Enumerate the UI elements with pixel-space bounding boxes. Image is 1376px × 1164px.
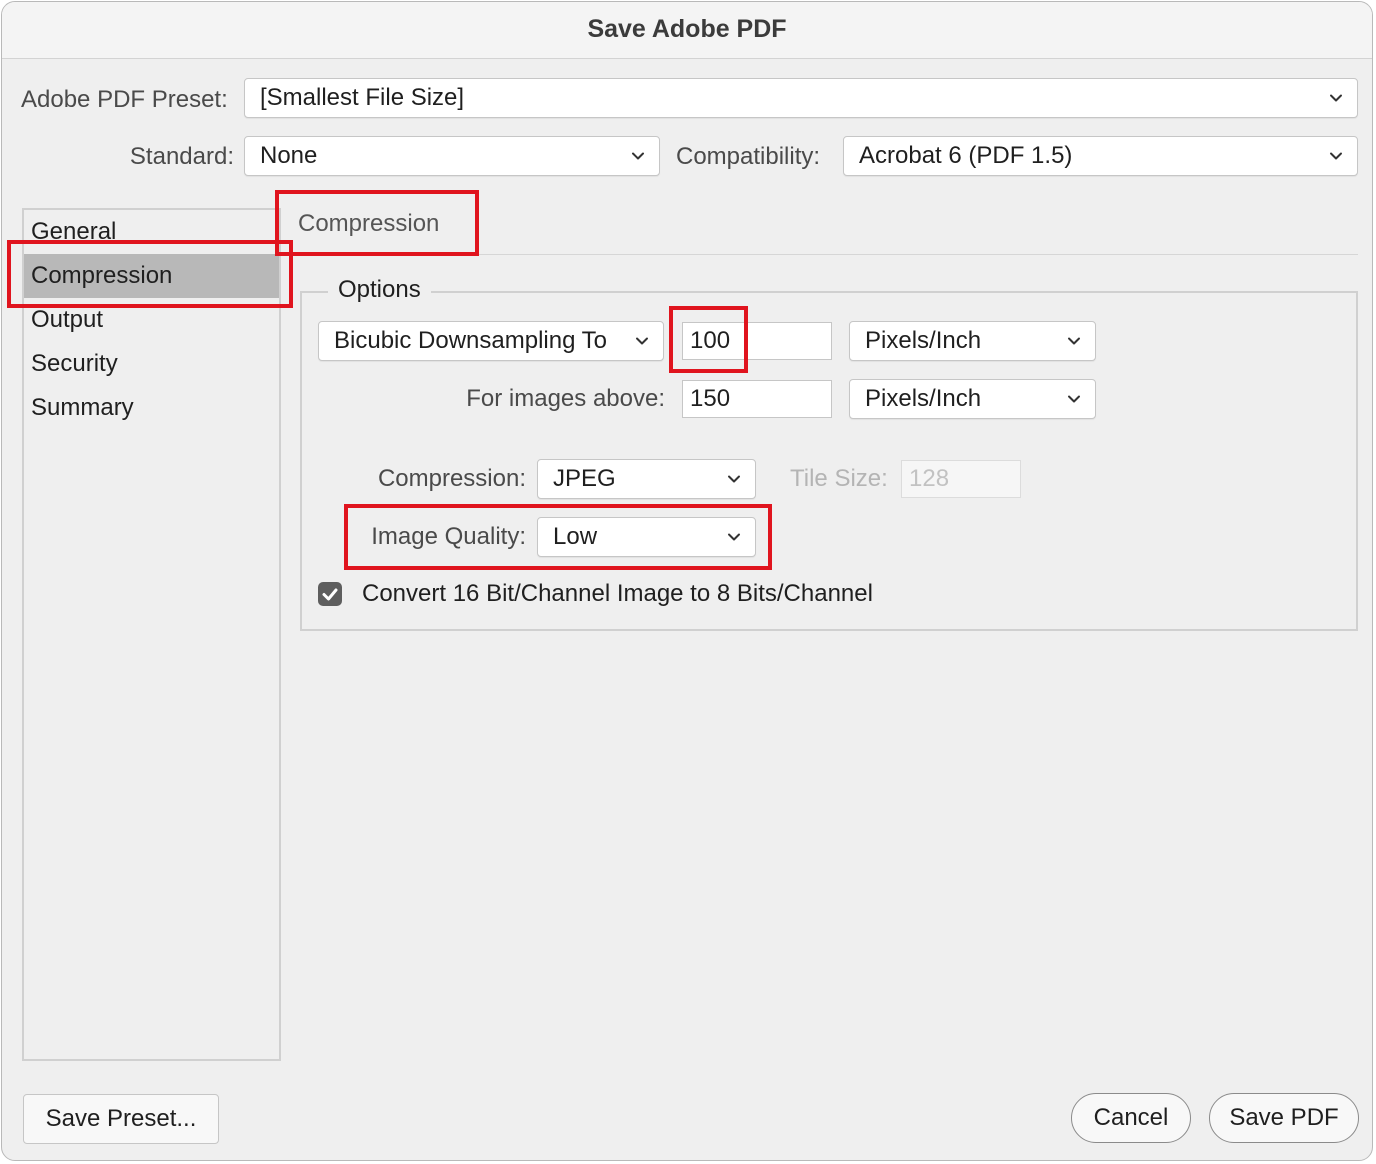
chevron-down-icon: [1330, 152, 1342, 160]
preset-value: [Smallest File Size]: [260, 84, 465, 111]
downsampling-value: Bicubic Downsampling To: [334, 327, 608, 354]
chevron-down-icon: [632, 152, 644, 160]
window-title: Save Adobe PDF: [2, 2, 1372, 59]
chevron-down-icon: [1068, 395, 1080, 403]
convert-16bit-label[interactable]: Convert 16 Bit/Channel Image to 8 Bits/C…: [362, 574, 873, 614]
downsample-resolution-input[interactable]: 100: [682, 322, 832, 360]
section-title: Compression: [298, 210, 440, 237]
compression-value: JPEG: [553, 465, 616, 492]
checkmark-icon: [322, 588, 338, 601]
convert-16bit-checkbox[interactable]: [318, 582, 342, 606]
chevron-down-icon: [636, 337, 648, 345]
tile-size-label: Tile Size:: [790, 465, 888, 492]
sidebar: General Compression Output Security Summ…: [22, 208, 281, 1061]
images-above-unit-select[interactable]: Pixels/Inch: [849, 379, 1096, 419]
save-preset-button[interactable]: Save Preset...: [23, 1094, 219, 1144]
chevron-down-icon: [728, 533, 740, 541]
sidebar-item-security[interactable]: Security: [24, 342, 279, 386]
section-divider: [298, 254, 1358, 255]
cancel-button[interactable]: Cancel: [1071, 1093, 1191, 1143]
compatibility-select[interactable]: Acrobat 6 (PDF 1.5): [843, 136, 1358, 176]
sidebar-item-summary[interactable]: Summary: [24, 386, 279, 430]
save-pdf-button[interactable]: Save PDF: [1209, 1093, 1359, 1143]
images-above-label: For images above:: [466, 385, 665, 412]
downsample-unit-value: Pixels/Inch: [865, 327, 982, 354]
preset-select[interactable]: [Smallest File Size]: [244, 78, 1358, 118]
image-quality-select[interactable]: Low: [537, 517, 756, 557]
downsample-resolution-value: 100: [690, 327, 731, 354]
compatibility-label: Compatibility:: [676, 143, 821, 170]
compatibility-value: Acrobat 6 (PDF 1.5): [859, 142, 1073, 169]
downsampling-select[interactable]: Bicubic Downsampling To: [318, 321, 664, 361]
sidebar-item-compression[interactable]: Compression: [24, 254, 279, 298]
chevron-down-icon: [1330, 94, 1342, 102]
chevron-down-icon: [728, 475, 740, 483]
tile-size-input: 128: [901, 460, 1021, 498]
images-above-input[interactable]: 150: [682, 380, 832, 418]
save-pdf-dialog: Save Adobe PDF Adobe PDF Preset: [Smalle…: [1, 1, 1373, 1161]
standard-select[interactable]: None: [244, 136, 660, 176]
image-quality-value: Low: [553, 523, 598, 550]
sidebar-item-output[interactable]: Output: [24, 298, 279, 342]
standard-value: None: [260, 142, 318, 169]
options-legend: Options: [328, 271, 431, 309]
sidebar-item-general[interactable]: General: [24, 210, 279, 254]
standard-label: Standard:: [129, 143, 234, 170]
downsample-unit-select[interactable]: Pixels/Inch: [849, 321, 1096, 361]
compression-label: Compression:: [377, 465, 526, 492]
images-above-unit-value: Pixels/Inch: [865, 385, 982, 412]
image-quality-label: Image Quality:: [371, 523, 526, 550]
images-above-value: 150: [690, 385, 731, 412]
tile-size-value: 128: [909, 465, 950, 492]
preset-label: Adobe PDF Preset:: [21, 86, 228, 113]
compression-select[interactable]: JPEG: [537, 459, 756, 499]
chevron-down-icon: [1068, 337, 1080, 345]
